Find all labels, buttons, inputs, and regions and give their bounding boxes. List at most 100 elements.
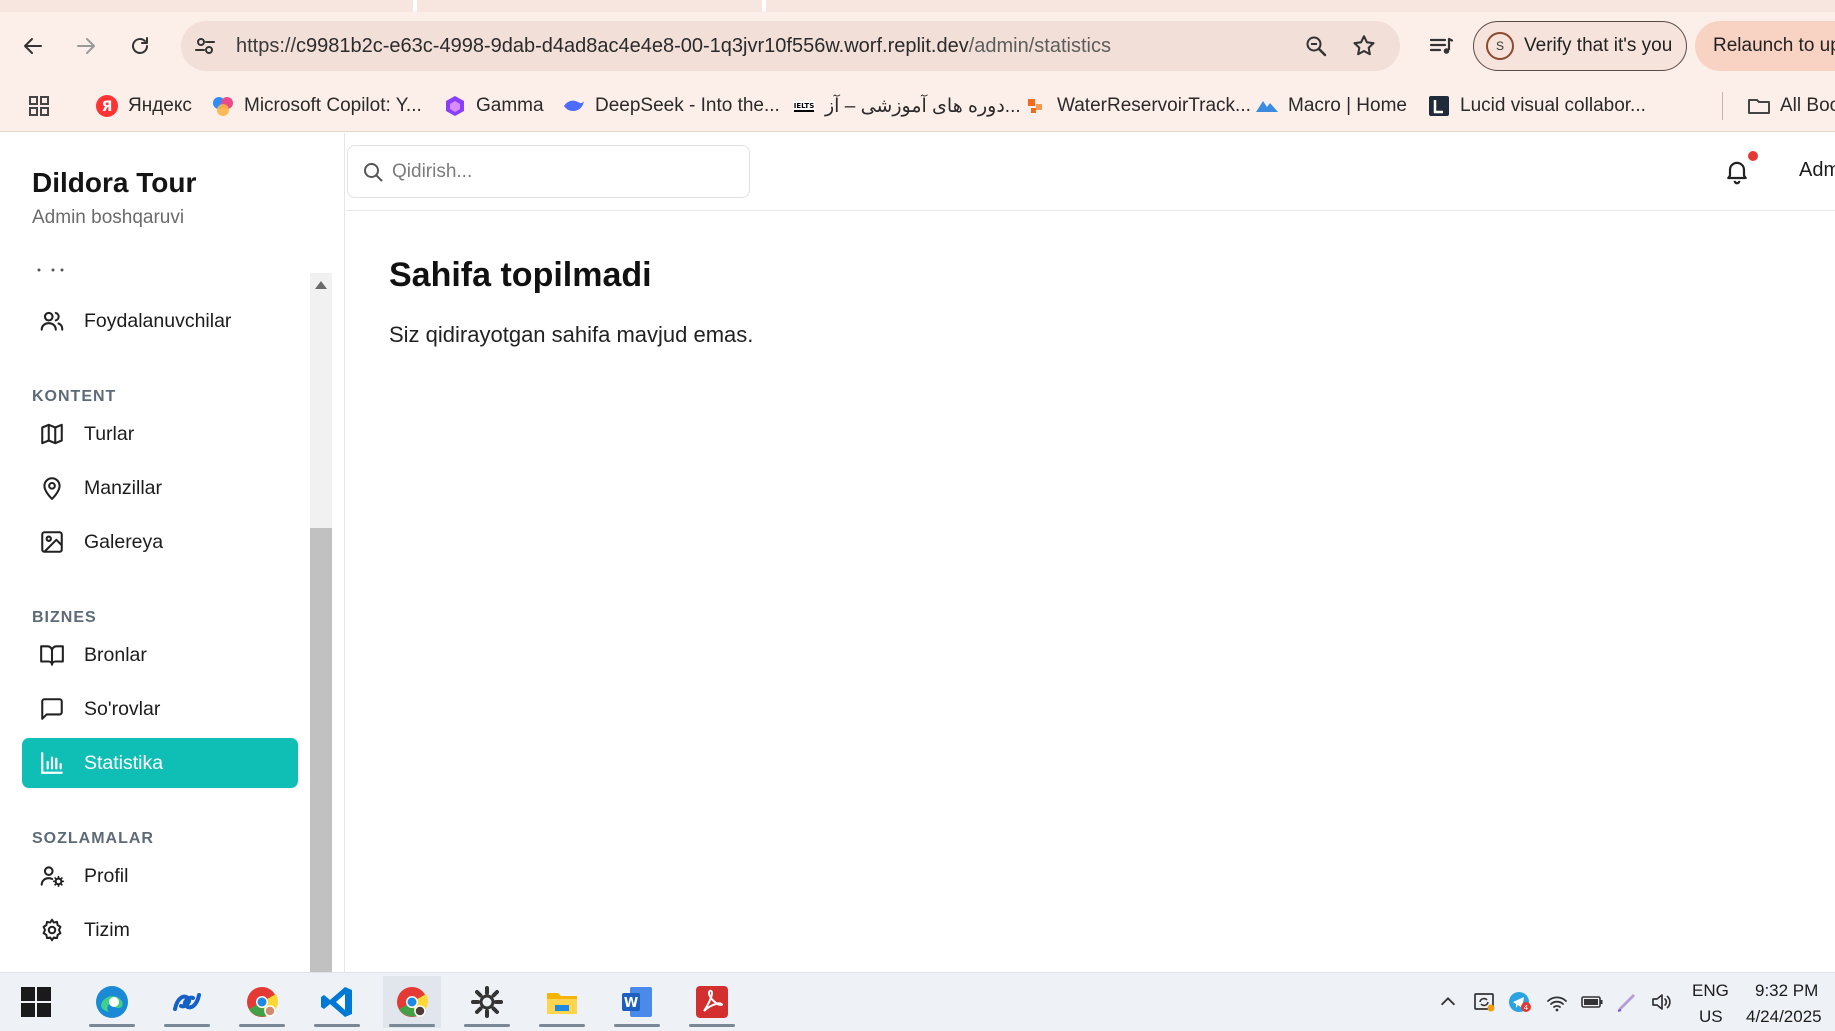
sidebar-item-galereya[interactable]: Galereya: [22, 517, 298, 567]
bookmark-lucid[interactable]: Lucid visual collabor...: [1427, 92, 1646, 120]
sidebar-item-foydalanuvchilar[interactable]: Foydalanuvchilar: [22, 296, 298, 346]
media-control-icon[interactable]: [1427, 32, 1455, 60]
scrollbar-thumb[interactable]: [310, 528, 332, 973]
tray-pen-icon[interactable]: [1615, 990, 1639, 1014]
running-indicator: [539, 1024, 585, 1027]
bookmark-all-bookmarks[interactable]: All Boo: [1747, 92, 1835, 120]
search-icon: [364, 163, 383, 182]
running-indicator: [164, 1024, 210, 1027]
bookmark-copilot[interactable]: Microsoft Copilot: Y...: [211, 92, 422, 120]
svg-text:IELTS: IELTS: [794, 102, 815, 110]
running-indicator: [89, 1024, 135, 1027]
bookmark-ielts[interactable]: IELTS دوره های آموزشی – آز...: [792, 92, 1021, 120]
svg-text:Я: Я: [102, 99, 113, 115]
taskbar-chrome[interactable]: [233, 976, 291, 1028]
bookmark-deepseek[interactable]: DeepSeek - Into the...: [562, 92, 780, 120]
input-language[interactable]: ENG: [1692, 981, 1729, 1001]
sidebar-item-label: Foydalanuvchilar: [84, 309, 232, 332]
bookmark-gamma[interactable]: Gamma: [443, 92, 544, 120]
taskbar-acrobat[interactable]: [683, 976, 741, 1028]
running-indicator: [389, 1024, 435, 1027]
vscode-icon: [321, 987, 352, 1017]
notification-bell-icon[interactable]: [1723, 157, 1751, 185]
ielts-icon: IELTS: [792, 94, 816, 118]
folder-icon: [1747, 94, 1771, 118]
bookmark-macro[interactable]: Macro | Home: [1255, 92, 1407, 120]
running-indicator: [239, 1024, 285, 1027]
taskbar-vscode[interactable]: [308, 976, 366, 1028]
search-input[interactable]: [392, 156, 732, 188]
zoom-icon[interactable]: [1304, 34, 1328, 58]
taskbar-word[interactable]: W: [608, 976, 666, 1028]
tray-battery-icon[interactable]: [1580, 990, 1604, 1014]
sidebar-item-bronlar[interactable]: Bronlar: [22, 630, 298, 680]
pdf-reader-icon: [696, 986, 728, 1018]
bookmark-label: DeepSeek - Into the...: [595, 95, 780, 116]
tray-telegram-icon[interactable]: 4: [1508, 990, 1532, 1014]
bookmarks-bar: Я Яндекс Microsoft Copilot: Y... Gamma D…: [0, 80, 1835, 132]
svg-text:W: W: [624, 996, 638, 1011]
running-indicator: [614, 1024, 660, 1027]
input-region[interactable]: US: [1699, 1007, 1723, 1027]
tray-overflow-chevron-icon[interactable]: [1436, 990, 1460, 1014]
bookmark-yandex[interactable]: Я Яндекс: [95, 92, 192, 120]
not-found-message: Siz qidirayotgan sahifa mavjud emas.: [389, 322, 754, 347]
bookmarks-divider: [1722, 92, 1723, 120]
taskbar-edge[interactable]: [83, 976, 141, 1028]
windows-taskbar: W 4 ENG US 9:32 PM 4/24/2025: [0, 972, 1835, 1031]
taskbar-file-explorer[interactable]: [533, 976, 591, 1028]
bookmark-water[interactable]: WaterReservoirTrack...: [1024, 92, 1251, 120]
back-button[interactable]: [21, 34, 45, 58]
settings-gear-icon: [471, 986, 503, 1018]
tray-wifi-icon[interactable]: [1545, 990, 1569, 1014]
sidebar-item-label: Turlar: [84, 422, 135, 445]
sidebar-item-tizim[interactable]: Tizim: [22, 905, 298, 955]
apps-grid-icon[interactable]: [27, 94, 51, 118]
chrome-icon: [247, 987, 278, 1017]
verify-identity-button[interactable]: S Verify that it's you: [1473, 21, 1687, 71]
water-icon: [1024, 94, 1048, 118]
lucid-icon: [1427, 94, 1451, 118]
bar-chart-icon: [38, 749, 66, 777]
bookmark-label: All Boo: [1780, 95, 1835, 116]
taskbar-chrome-profile[interactable]: [383, 976, 441, 1028]
clipped-item-fragment: [37, 268, 64, 272]
site-settings-icon[interactable]: [193, 34, 217, 58]
sidebar-item-label: Bronlar: [84, 643, 147, 666]
relaunch-button[interactable]: Relaunch to upd: [1695, 21, 1835, 71]
bookmark-star-icon[interactable]: [1351, 33, 1377, 59]
sidebar-scrollbar[interactable]: [310, 273, 332, 973]
bookmark-label: Gamma: [476, 95, 544, 116]
search-box[interactable]: [347, 145, 750, 198]
forward-button[interactable]: [74, 34, 98, 58]
tray-sync-icon[interactable]: [1472, 990, 1496, 1014]
section-heading-kontent: KONTENT: [32, 388, 117, 405]
clock-time[interactable]: 9:32 PM: [1755, 981, 1818, 1001]
sidebar-item-turlar[interactable]: Turlar: [22, 409, 298, 459]
bookmark-label: Microsoft Copilot: Y...: [244, 95, 422, 116]
address-bar[interactable]: https://c9981b2c-e63c-4998-9dab-d4ad8ac4…: [181, 21, 1400, 71]
sidebar-item-manzillar[interactable]: Manzillar: [22, 463, 298, 513]
copilot-icon: [211, 94, 235, 118]
bookmark-label: WaterReservoirTrack...: [1057, 95, 1251, 116]
start-button[interactable]: [7, 976, 65, 1028]
book-icon: [38, 641, 66, 669]
relaunch-label: Relaunch to upd: [1713, 35, 1835, 56]
admin-user-label[interactable]: Adm: [1799, 159, 1835, 182]
clock-date[interactable]: 4/24/2025: [1746, 1007, 1822, 1027]
reload-button[interactable]: [128, 34, 152, 58]
sidebar-item-profil[interactable]: Profil: [22, 851, 298, 901]
bookmark-label: Яндекс: [128, 95, 192, 116]
taskbar-settings[interactable]: [458, 976, 516, 1028]
sidebar-item-sorovlar[interactable]: So'rovlar: [22, 684, 298, 734]
admin-sidebar: Dildora Tour Admin boshqaruvi Foydalanuv…: [0, 133, 345, 973]
bookmark-label: Lucid visual collabor...: [1460, 95, 1646, 116]
gamma-icon: [443, 94, 467, 118]
tray-volume-icon[interactable]: [1649, 990, 1673, 1014]
url-host: c9981b2c-e63c-4998-9dab-d4ad8ac4e4e8-00-…: [296, 35, 969, 57]
scroll-up-arrow-icon[interactable]: [315, 281, 327, 289]
page-title: Sahifa topilmadi: [389, 256, 652, 294]
taskbar-app-two[interactable]: [158, 976, 216, 1028]
browser-tabstrip: [0, 0, 1835, 12]
sidebar-item-statistika[interactable]: Statistika: [22, 738, 298, 788]
